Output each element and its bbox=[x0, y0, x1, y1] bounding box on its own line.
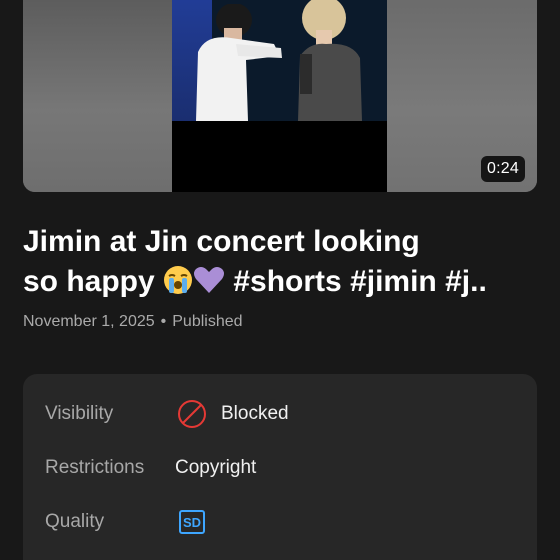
restrictions-value: Copyright bbox=[175, 457, 257, 478]
title-text-b: #shorts #jimin #j.. bbox=[225, 265, 487, 298]
video-title: Jimin at Jin concert looking so happy #s… bbox=[23, 222, 543, 302]
video-duration: 0:24 bbox=[481, 156, 525, 182]
quality-label: Quality bbox=[45, 511, 105, 532]
title-text-a: so happy bbox=[23, 265, 164, 298]
title-line-2: so happy #shorts #jimin #j.. bbox=[23, 262, 543, 302]
loudly-crying-face-icon bbox=[164, 266, 193, 294]
publish-status: Published bbox=[172, 313, 243, 330]
quality-row[interactable]: Quality SD bbox=[45, 507, 205, 537]
purple-heart-icon bbox=[194, 267, 225, 293]
video-thumbnail[interactable]: 0:24 bbox=[23, 0, 537, 192]
meta-separator: • bbox=[160, 313, 167, 330]
quality-value: SD bbox=[175, 510, 205, 534]
video-frame bbox=[172, 0, 387, 192]
title-line-1: Jimin at Jin concert looking bbox=[23, 225, 420, 258]
restrictions-row[interactable]: Restrictions Copyright bbox=[45, 453, 256, 483]
video-details-card: Visibility Blocked Restrictions Copyrigh… bbox=[23, 374, 537, 560]
visibility-row[interactable]: Visibility Blocked bbox=[45, 399, 289, 429]
visibility-value: Blocked bbox=[175, 399, 289, 429]
publish-date: November 1, 2025 bbox=[23, 313, 155, 330]
video-meta: November 1, 2025 • Published bbox=[23, 313, 243, 331]
visibility-value-text: Blocked bbox=[221, 403, 289, 424]
restrictions-label: Restrictions bbox=[45, 457, 145, 478]
sd-badge-icon: SD bbox=[179, 510, 205, 534]
video-scene bbox=[172, 0, 387, 121]
thumbnail-blur-left bbox=[23, 0, 172, 192]
visibility-label: Visibility bbox=[45, 403, 114, 424]
sd-badge-text: SD bbox=[183, 515, 201, 530]
video-details-page: 0:24 Jimin at Jin concert looking so hap… bbox=[0, 0, 560, 560]
person-right-figure bbox=[298, 0, 362, 121]
blocked-icon bbox=[178, 400, 206, 428]
person-left-figure bbox=[196, 4, 282, 121]
